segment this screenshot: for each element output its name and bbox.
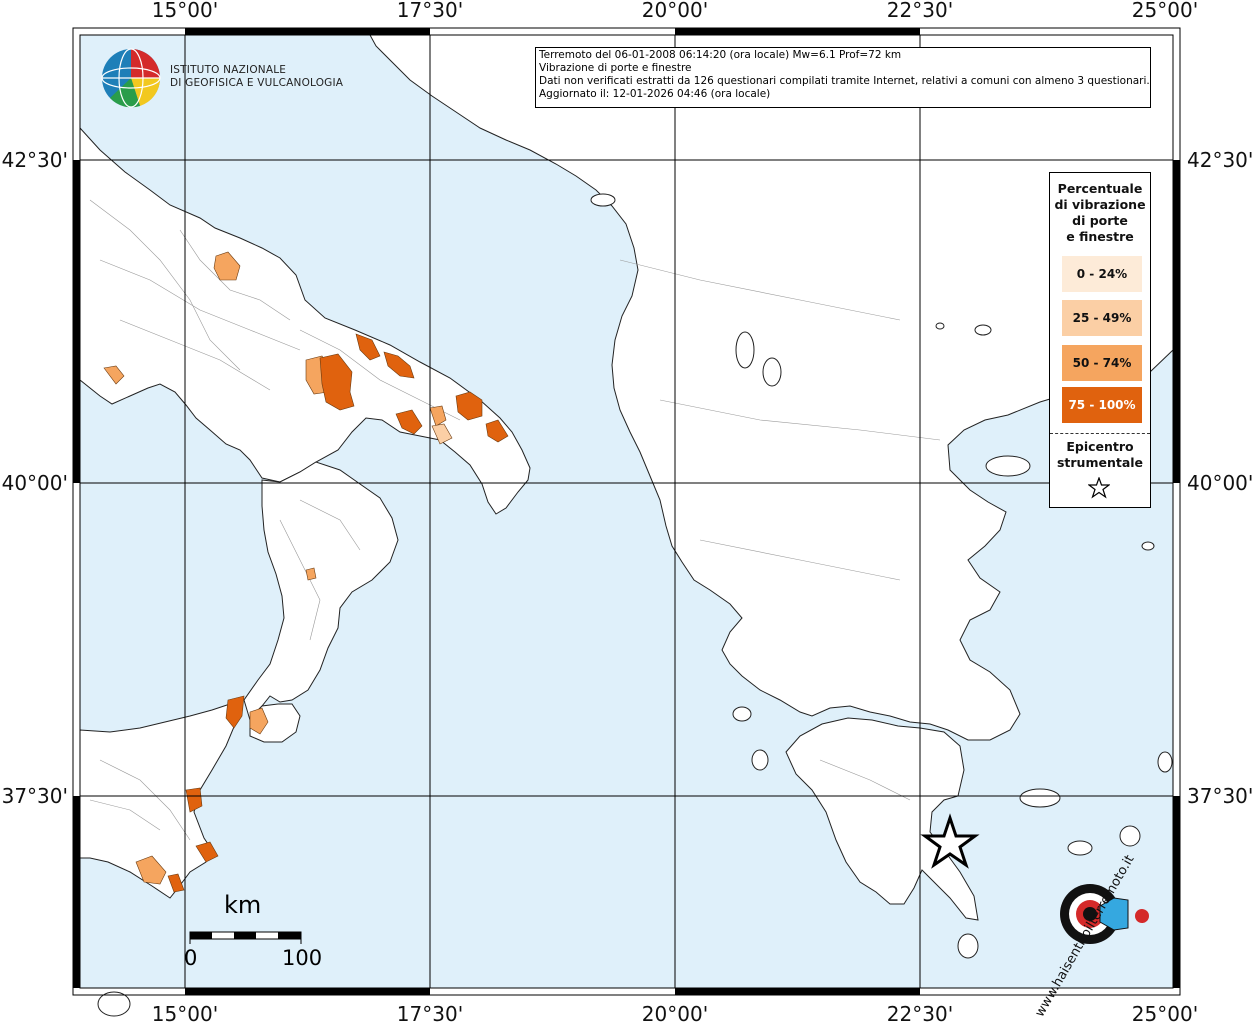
latitude-labels-right: 42°30' 40°00' 37°30' xyxy=(1187,148,1253,808)
legend-epicenter-line: strumentale xyxy=(1056,455,1144,470)
legend-title-line: di vibrazione xyxy=(1054,197,1146,212)
lon-label: 25°00' xyxy=(1132,1002,1198,1024)
legend-title-line: e finestre xyxy=(1066,229,1134,244)
legend-epicenter-label: Epicentro strumentale xyxy=(1050,439,1150,471)
area-50-74 xyxy=(305,567,317,581)
legend: Percentuale di vibrazione di porte e fin… xyxy=(1049,172,1151,508)
event-info-box: Terremoto del 06-01-2008 06:14:20 (ora l… xyxy=(535,47,1151,108)
lat-label: 42°30' xyxy=(2,148,68,172)
star-icon xyxy=(1088,477,1110,499)
legend-epicenter-line: Epicentro xyxy=(1066,439,1134,454)
lat-label: 40°00' xyxy=(2,471,68,495)
lon-label: 15°00' xyxy=(152,0,218,22)
lon-label: 22°30' xyxy=(887,1002,953,1024)
scale-max-label: 100 xyxy=(282,946,323,970)
lon-label: 22°30' xyxy=(887,0,953,22)
legend-class-label: 50 - 74% xyxy=(1072,356,1132,370)
lon-label: 25°00' xyxy=(1132,0,1198,22)
legend-title: Percentuale di vibrazione di porte e fin… xyxy=(1050,181,1150,245)
ingv-logo-text: ISTITUTO NAZIONALE DI GEOFISICA E VULCAN… xyxy=(170,64,343,90)
legend-class-3: 75 - 100% xyxy=(1062,387,1142,423)
longitude-labels-top: 15°00' 17°30' 20°00' 22°30' 25°00' xyxy=(152,0,1198,22)
lon-label: 15°00' xyxy=(152,1002,218,1024)
legend-class-0: 0 - 24% xyxy=(1062,256,1142,292)
lon-label: 20°00' xyxy=(642,0,708,22)
map: 15°00' 17°30' 20°00' 22°30' 25°00' 15°00… xyxy=(2,0,1253,1024)
legend-divider xyxy=(1050,433,1150,434)
logo-line-1: ISTITUTO NAZIONALE xyxy=(170,64,287,76)
event-parameter: Vibrazione di porte e finestre xyxy=(539,62,692,74)
legend-title-line: Percentuale xyxy=(1057,181,1143,196)
legend-class-label: 25 - 49% xyxy=(1072,311,1132,325)
legend-class-1: 25 - 49% xyxy=(1062,300,1142,336)
latitude-labels-left: 42°30' 40°00' 37°30' xyxy=(2,148,68,808)
lon-label: 20°00' xyxy=(642,1002,708,1024)
scale-min-label: 0 xyxy=(184,946,198,970)
scale-unit-label: km xyxy=(224,891,262,919)
ingv-globe-icon xyxy=(101,48,161,108)
legend-class-label: 75 - 100% xyxy=(1068,398,1136,412)
lon-label: 17°30' xyxy=(397,0,463,22)
legend-title-line: di porte xyxy=(1072,213,1128,228)
lat-label: 40°00' xyxy=(1187,471,1253,495)
lon-label: 17°30' xyxy=(397,1002,463,1024)
lat-label: 37°30' xyxy=(1187,784,1253,808)
event-update-time: Aggiornato il: 12-01-2026 04:46 (ora loc… xyxy=(539,88,771,100)
event-data-note: Dati non verificati estratti da 126 ques… xyxy=(539,75,1150,87)
logo-line-2: DI GEOFISICA E VULCANOLOGIA xyxy=(170,77,344,89)
legend-class-label: 0 - 24% xyxy=(1076,267,1128,281)
lat-label: 42°30' xyxy=(1187,148,1253,172)
event-title: Terremoto del 06-01-2008 06:14:20 (ora l… xyxy=(539,49,902,61)
legend-class-2: 50 - 74% xyxy=(1062,345,1142,381)
lat-label: 37°30' xyxy=(2,784,68,808)
